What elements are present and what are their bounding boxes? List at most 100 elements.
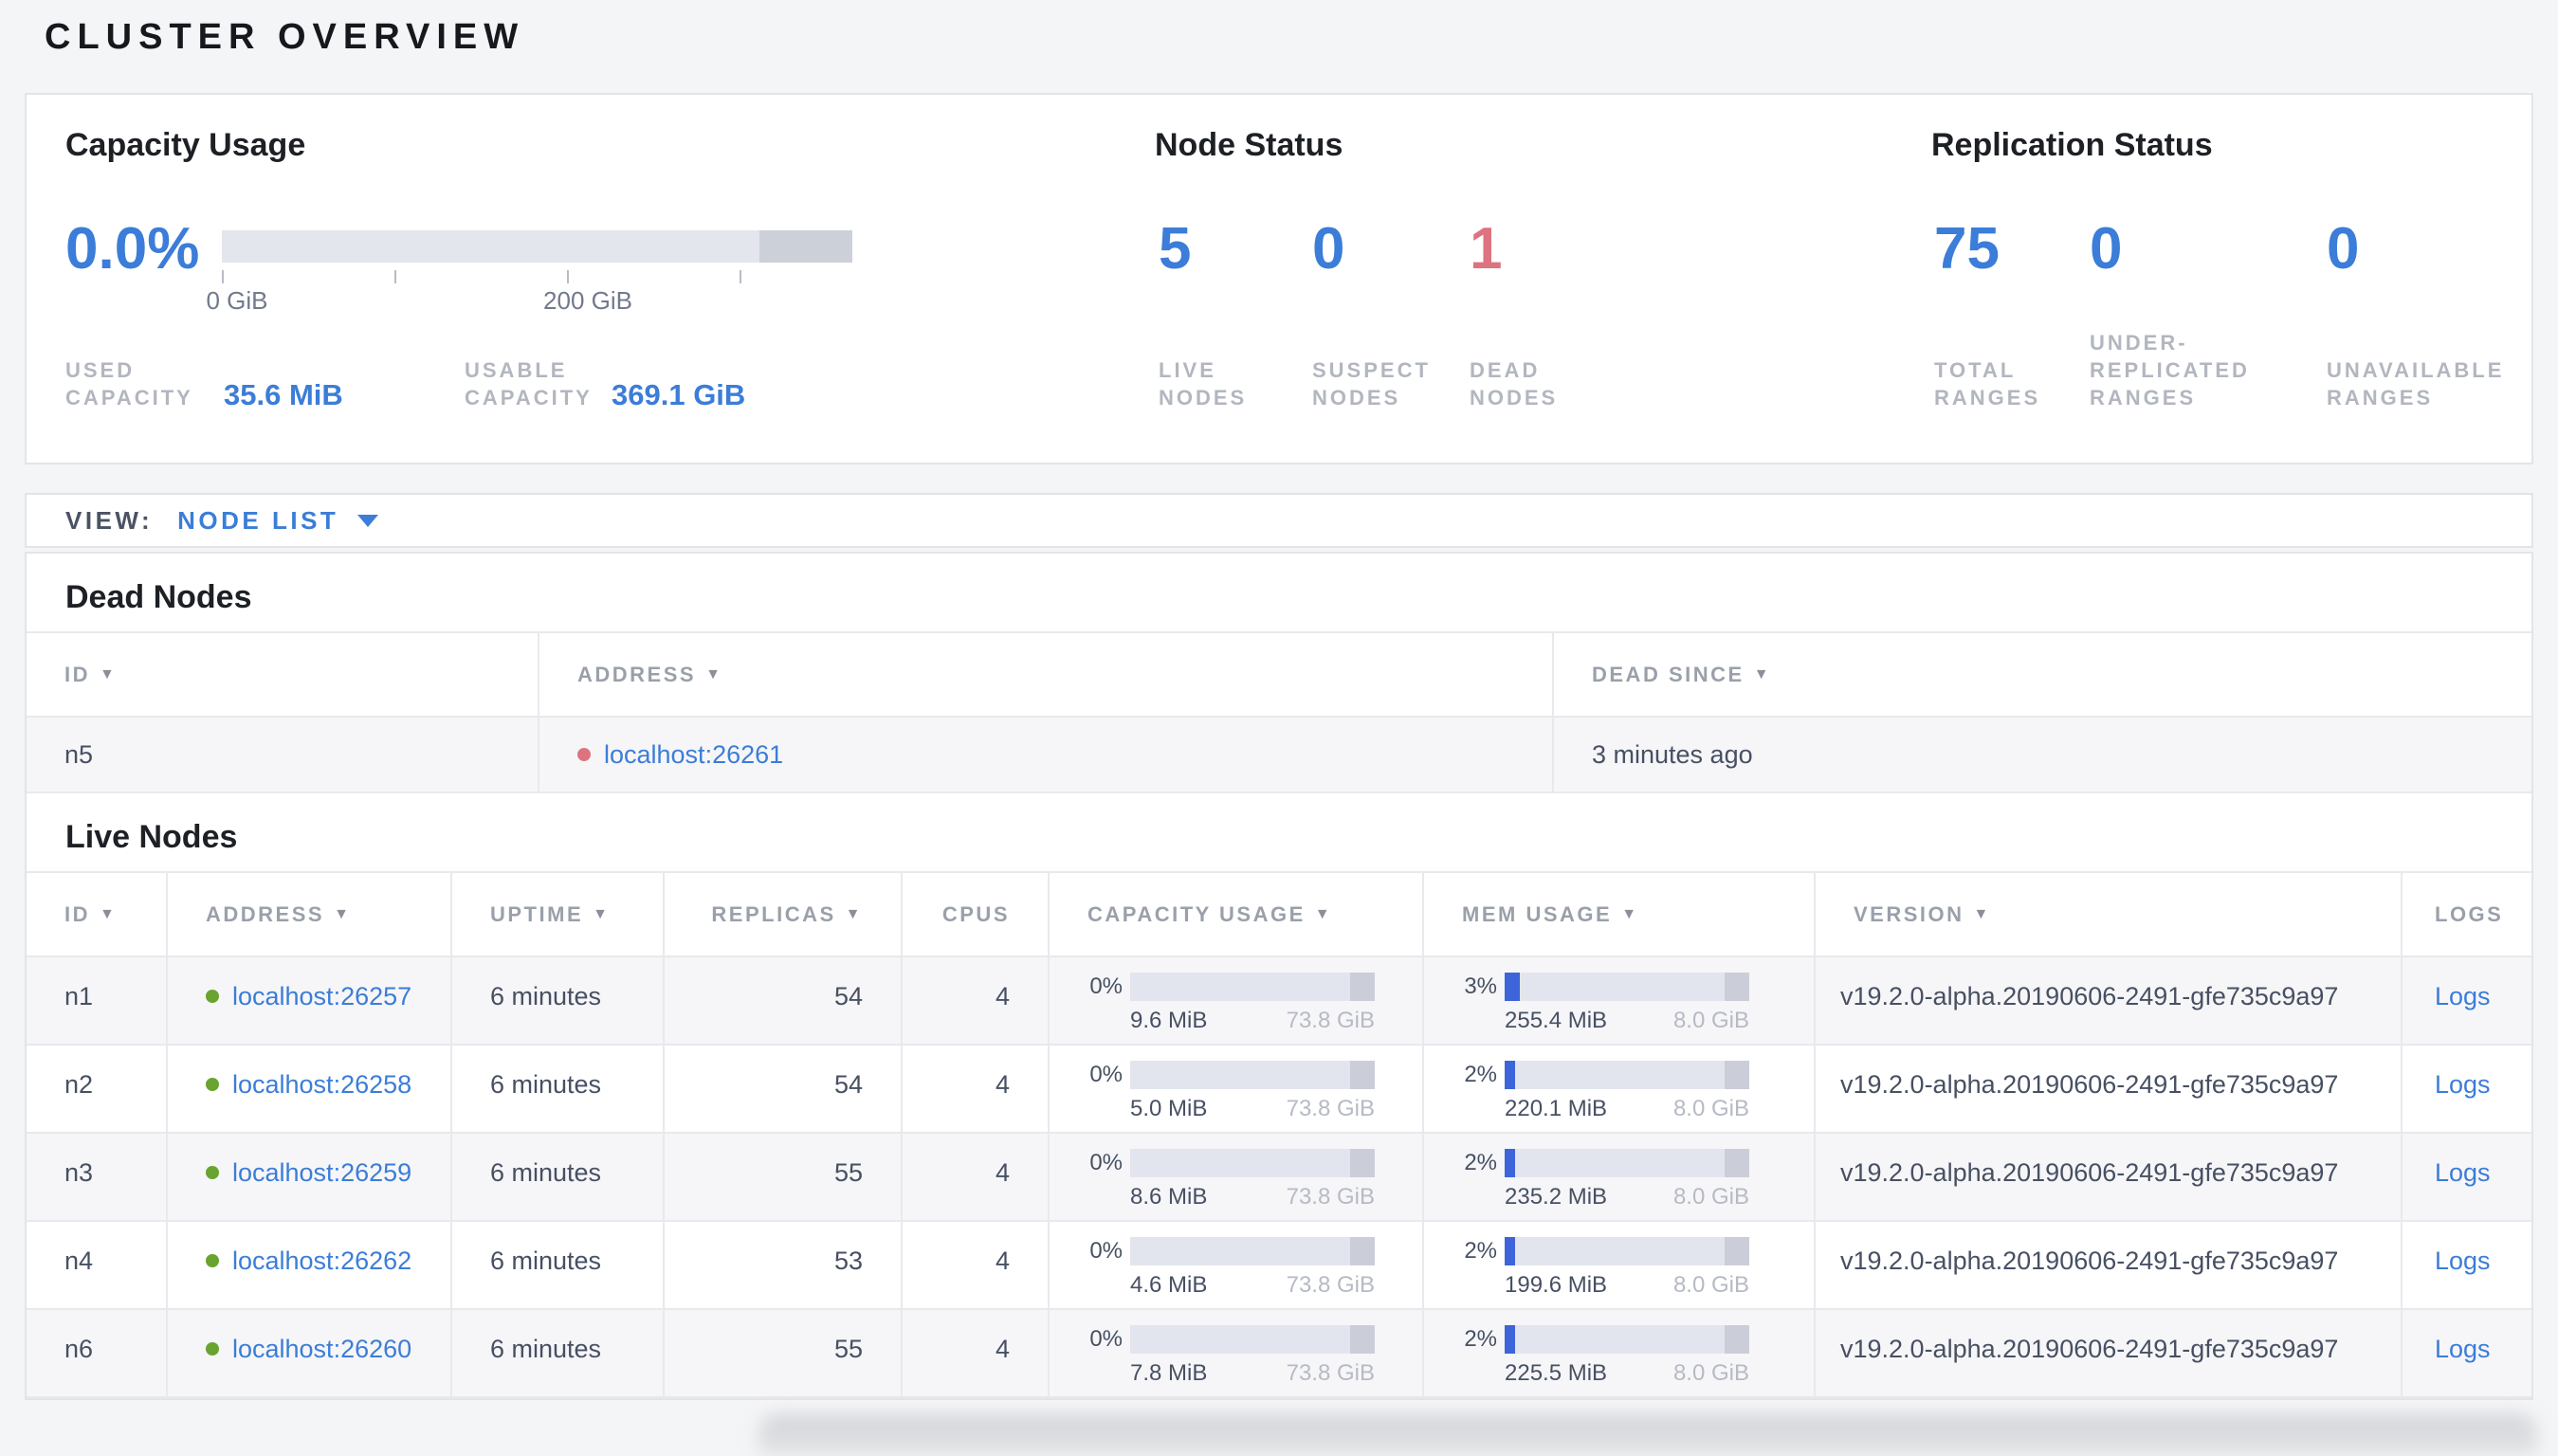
address-link[interactable]: localhost:26259 bbox=[232, 1158, 411, 1188]
usage-used-value: 199.6 MiB bbox=[1505, 1272, 1608, 1298]
live-nodes-table-header: ID ▼ ADDRESS ▼ UPTIME ▼ REPLICAS ▼ CPUS CAPACITY … bbox=[27, 871, 2531, 957]
capacity-bar-reserved-segment bbox=[759, 230, 852, 263]
node-id-cell: n4 bbox=[64, 1247, 94, 1275]
usage-total-value: 8.0 GiB bbox=[1672, 1096, 1749, 1121]
usage-percent: 0% bbox=[1089, 1238, 1123, 1264]
usage-bar bbox=[1505, 1325, 1749, 1354]
cpus-cell: 4 bbox=[901, 1046, 1048, 1132]
version-cell: v19.2.0-alpha.20190606-2491-gfe735c9a97 bbox=[1814, 1222, 2401, 1308]
table-row: n5 localhost:26261 3 minutes ago bbox=[27, 718, 2531, 793]
address-link[interactable]: localhost:26262 bbox=[232, 1247, 411, 1276]
table-row: n4 localhost:26262 6 minutes 53 4 0% 4.6 MiB 73… bbox=[27, 1222, 2531, 1310]
usage-bar bbox=[1505, 1061, 1749, 1089]
usage-bar bbox=[1505, 1149, 1749, 1177]
node-id-cell: n2 bbox=[64, 1070, 94, 1099]
column-header[interactable]: REPLICAS ▼ bbox=[663, 873, 901, 956]
live-nodes-count: 5 bbox=[1159, 216, 1192, 282]
mem-usage-cell: 2% 225.5 MiB 8.0 GiB bbox=[1422, 1310, 1814, 1396]
node-id-cell: n6 bbox=[64, 1335, 94, 1363]
logs-link[interactable]: Logs bbox=[2435, 1158, 2491, 1188]
axis-tick-label: 0 GiB bbox=[206, 286, 268, 315]
column-header[interactable]: VERSION ▼ bbox=[1814, 873, 2401, 956]
usage-used-value: 225.5 MiB bbox=[1505, 1360, 1608, 1386]
usage-total-value: 8.0 GiB bbox=[1672, 1008, 1749, 1033]
usage-total-value: 8.0 GiB bbox=[1672, 1184, 1749, 1210]
node-status-title: Node Status bbox=[1155, 127, 1343, 163]
usage-total-value: 73.8 GiB bbox=[1286, 1096, 1375, 1121]
column-header[interactable]: MEM USAGE ▼ bbox=[1422, 873, 1814, 956]
usage-percent: 0% bbox=[1089, 1326, 1123, 1352]
usage-bar-reserved-segment bbox=[1350, 1061, 1375, 1089]
usage-bar-reserved-segment bbox=[1350, 1237, 1375, 1265]
column-header[interactable]: DEAD SINCE ▼ bbox=[1552, 633, 2531, 716]
logs-cell: Logs bbox=[2401, 1222, 2531, 1308]
usage-bar-fill bbox=[1505, 1149, 1515, 1177]
uptime-cell: 6 minutes bbox=[450, 957, 663, 1044]
column-header[interactable]: ADDRESS ▼ bbox=[538, 633, 1552, 716]
address-link[interactable]: localhost:26260 bbox=[232, 1335, 411, 1364]
dead-nodes-label: DEAD NODES bbox=[1470, 358, 1559, 410]
logs-link[interactable]: Logs bbox=[2435, 982, 2491, 1011]
usage-bar bbox=[1130, 1237, 1375, 1265]
usage-bar bbox=[1505, 1237, 1749, 1265]
under-replicated-ranges-label: UNDER- REPLICATED RANGES bbox=[2090, 331, 2250, 410]
column-header[interactable]: UPTIME ▼ bbox=[450, 873, 663, 956]
column-header[interactable]: ID ▼ bbox=[27, 873, 166, 956]
column-header: CPUS bbox=[901, 873, 1048, 956]
uptime-cell: 6 minutes bbox=[450, 1134, 663, 1220]
dead-nodes-table-body: n5 localhost:26261 3 minutes ago bbox=[27, 718, 2531, 793]
dead-since-cell: 3 minutes ago bbox=[1552, 718, 2531, 792]
logs-cell: Logs bbox=[2401, 957, 2531, 1044]
usage-used-value: 4.6 MiB bbox=[1130, 1272, 1208, 1298]
unavailable-ranges-count: 0 bbox=[2327, 216, 2360, 282]
column-header[interactable]: CAPACITY USAGE ▼ bbox=[1048, 873, 1422, 956]
view-dropdown[interactable]: NODE LIST bbox=[177, 506, 338, 536]
address-link[interactable]: localhost:26261 bbox=[604, 740, 783, 770]
view-label: VIEW: bbox=[65, 505, 154, 535]
capacity-usage-cell: 0% 8.6 MiB 73.8 GiB bbox=[1048, 1134, 1422, 1220]
uptime-cell: 6 minutes bbox=[450, 1222, 663, 1308]
node-status-dot-icon bbox=[206, 1078, 219, 1091]
logs-link[interactable]: Logs bbox=[2435, 1070, 2491, 1100]
usage-total-value: 73.8 GiB bbox=[1286, 1272, 1375, 1298]
usage-used-value: 8.6 MiB bbox=[1130, 1184, 1208, 1210]
column-header[interactable]: ADDRESS ▼ bbox=[166, 873, 450, 956]
suspect-nodes-count: 0 bbox=[1312, 216, 1345, 282]
table-row: n1 localhost:26257 6 minutes 54 4 0% 9.6 MiB 73… bbox=[27, 957, 2531, 1046]
cluster-summary-card: Capacity Usage 0.0% 0 GiB 200 GiB USED C… bbox=[25, 93, 2533, 464]
logs-cell: Logs bbox=[2401, 1134, 2531, 1220]
mem-usage-cell: 2% 199.6 MiB 8.0 GiB bbox=[1422, 1222, 1814, 1308]
node-status-dot-icon bbox=[206, 1342, 219, 1356]
address-link[interactable]: localhost:26258 bbox=[232, 1070, 411, 1100]
usage-bar bbox=[1130, 1149, 1375, 1177]
sort-desc-icon: ▼ bbox=[1621, 905, 1639, 922]
usage-used-value: 5.0 MiB bbox=[1130, 1096, 1208, 1121]
table-row: n6 localhost:26260 6 minutes 55 4 0% 7.8 MiB 73… bbox=[27, 1310, 2531, 1398]
node-id-cell: n3 bbox=[64, 1158, 94, 1187]
address-link[interactable]: localhost:26257 bbox=[232, 982, 411, 1011]
usage-bar-reserved-segment bbox=[1350, 1325, 1375, 1354]
replicas-cell: 54 bbox=[663, 1046, 901, 1132]
sort-desc-icon: ▼ bbox=[1973, 905, 1991, 922]
version-cell: v19.2.0-alpha.20190606-2491-gfe735c9a97 bbox=[1814, 1134, 2401, 1220]
chevron-down-icon[interactable] bbox=[357, 514, 379, 527]
node-status-dot-icon bbox=[206, 1254, 219, 1267]
logs-link[interactable]: Logs bbox=[2435, 1247, 2491, 1276]
live-nodes-section-title: Live Nodes bbox=[65, 819, 238, 855]
address-cell: localhost:26258 bbox=[166, 1046, 450, 1132]
uptime-cell: 6 minutes bbox=[450, 1310, 663, 1396]
capacity-usage-cell: 0% 4.6 MiB 73.8 GiB bbox=[1048, 1222, 1422, 1308]
usage-bar bbox=[1505, 973, 1749, 1001]
table-row: n3 localhost:26259 6 minutes 55 4 0% 8.6 MiB 73… bbox=[27, 1134, 2531, 1222]
version-cell: v19.2.0-alpha.20190606-2491-gfe735c9a97 bbox=[1814, 1046, 2401, 1132]
nodes-tables-card: Dead Nodes ID ▼ ADDRESS ▼ DEAD SINCE ▼ n5 loca… bbox=[25, 552, 2533, 1400]
table-row: n2 localhost:26258 6 minutes 54 4 0% 5.0 MiB 73… bbox=[27, 1046, 2531, 1134]
replicas-cell: 54 bbox=[663, 957, 901, 1044]
usage-bar bbox=[1130, 1061, 1375, 1089]
logs-link[interactable]: Logs bbox=[2435, 1335, 2491, 1364]
usage-used-value: 255.4 MiB bbox=[1505, 1008, 1608, 1033]
column-header[interactable]: ID ▼ bbox=[27, 633, 538, 716]
usage-bar-fill bbox=[1505, 973, 1520, 1001]
node-status-dot-icon bbox=[206, 990, 219, 1003]
axis-tick bbox=[567, 270, 569, 283]
